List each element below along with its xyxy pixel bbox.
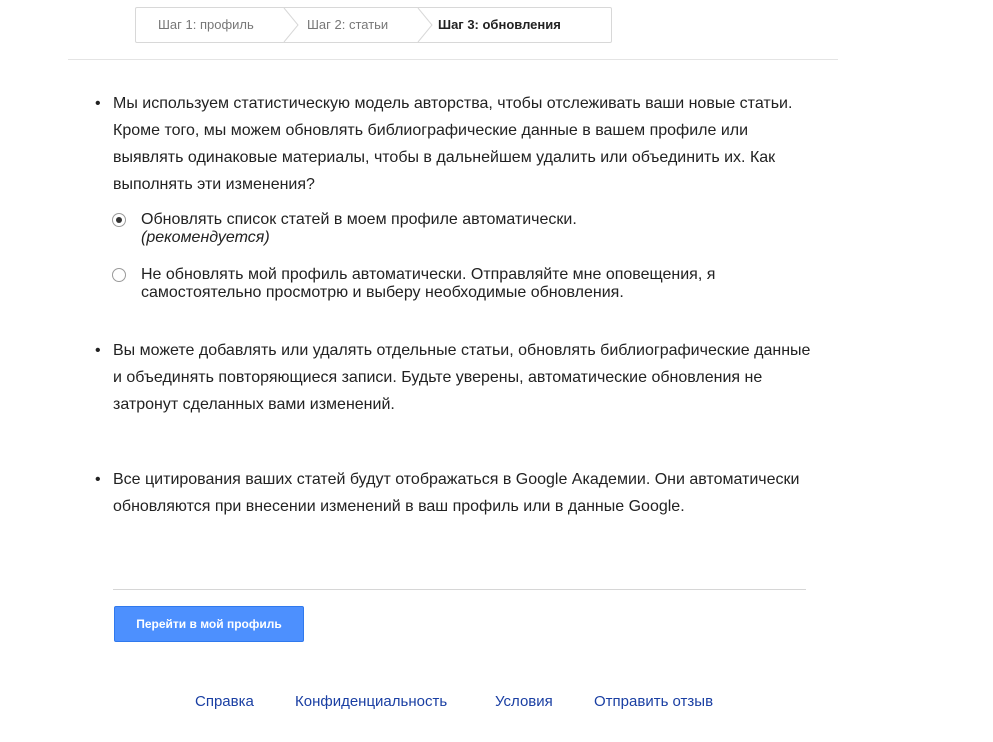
footer-link-privacy[interactable]: Конфиденциальность <box>295 693 447 710</box>
divider <box>113 589 806 590</box>
bullet-icon: • <box>95 95 101 112</box>
footer-link-terms[interactable]: Условия <box>495 693 553 710</box>
option-label: Не обновлять мой профиль автоматически. … <box>141 266 716 301</box>
paragraph-text: Вы можете добавлять или удалять отдельны… <box>113 342 811 413</box>
step-breadcrumb: Шаг 1: профиль Шаг 2: статьи Шаг 3: обно… <box>135 7 612 43</box>
paragraph-manual-edits: • Вы можете добавлять или удалять отдель… <box>95 337 815 418</box>
option-manual-update[interactable]: Не обновлять мой профиль автоматически. … <box>112 266 812 302</box>
divider <box>68 59 838 60</box>
step-1-profile[interactable]: Шаг 1: профиль <box>158 8 254 42</box>
chevron-right-icon <box>416 8 436 42</box>
footer-link-feedback[interactable]: Отправить отзыв <box>594 693 713 710</box>
go-to-profile-button[interactable]: Перейти в мой профиль <box>114 606 304 642</box>
option-auto-update[interactable]: Обновлять список статей в моем профиле а… <box>112 211 812 247</box>
step-3-updates: Шаг 3: обновления <box>438 17 561 32</box>
footer-link-help[interactable]: Справка <box>195 693 254 710</box>
bullet-icon: • <box>95 342 101 359</box>
paragraph-text: Мы используем статистическую модель авто… <box>113 95 793 193</box>
paragraph-authorship-model: • Мы используем статистическую модель ав… <box>95 90 815 198</box>
radio-button-manual[interactable] <box>112 268 126 282</box>
paragraph-citations: • Все цитирования ваших статей будут ото… <box>95 466 815 520</box>
radio-button-auto[interactable] <box>112 213 126 227</box>
option-note: (рекомендуется) <box>141 229 270 246</box>
chevron-right-icon <box>282 8 302 42</box>
option-label: Обновлять список статей в моем профиле а… <box>141 211 577 228</box>
step-2-articles[interactable]: Шаг 2: статьи <box>307 8 388 42</box>
bullet-icon: • <box>95 471 101 488</box>
paragraph-text: Все цитирования ваших статей будут отобр… <box>113 471 800 515</box>
